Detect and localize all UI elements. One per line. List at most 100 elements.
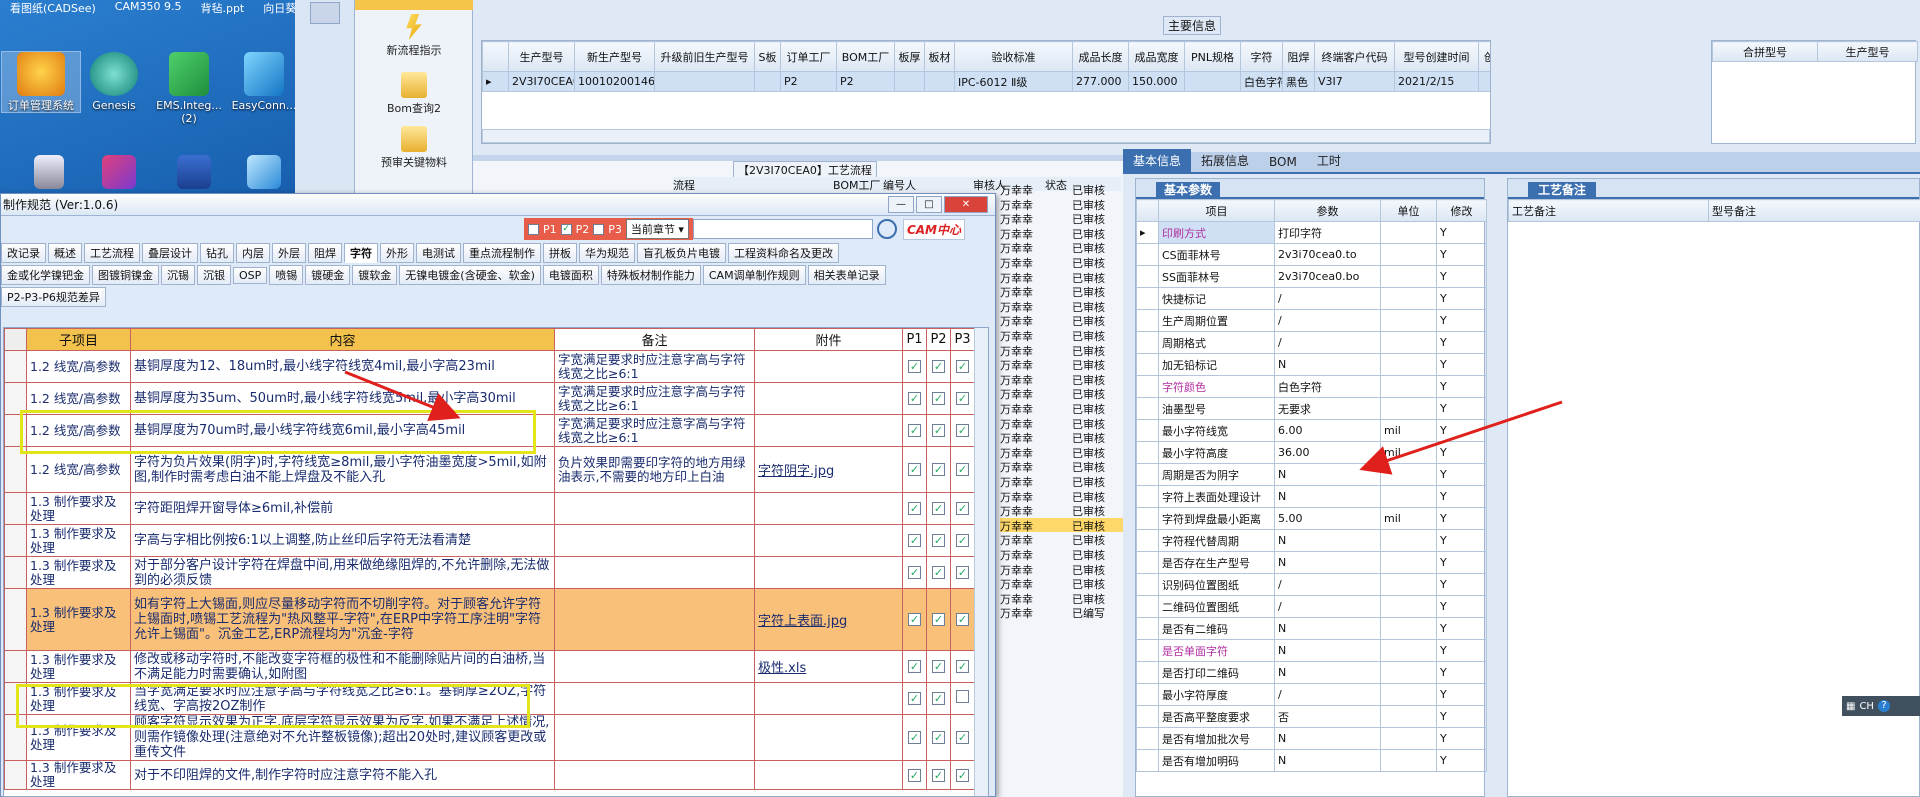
p2-checkbox[interactable]: ✓: [932, 660, 945, 673]
p2-checkbox[interactable]: ✓: [932, 463, 945, 476]
table-row[interactable]: 1.3 制作要求及处理 如有字符上大锡面,则应尽量移动字符而不切削字符。对于顾客允…: [4, 588, 975, 651]
nav-new-process[interactable]: 新流程指示: [355, 14, 473, 58]
process-row[interactable]: 万幸幸 已审核: [1000, 357, 1123, 372]
table-row[interactable]: 加无铅标记 N Y: [1136, 353, 1487, 376]
chapter-tab[interactable]: 华为规范: [579, 243, 635, 263]
process-row[interactable]: 万幸幸 已审核: [1000, 576, 1123, 591]
param-value[interactable]: 36.00: [1274, 441, 1381, 464]
process-row[interactable]: 万幸幸 已审核: [1000, 284, 1123, 299]
col-header[interactable]: 板厚: [894, 41, 925, 72]
attachment-link[interactable]: [754, 350, 903, 383]
col-header[interactable]: 阻焊: [1282, 41, 1315, 72]
p3-checkbox[interactable]: ✓: [956, 566, 969, 579]
x-app-icon[interactable]: [80, 155, 158, 192]
col-header[interactable]: S板: [754, 41, 781, 72]
desktop-label[interactable]: 看图纸(CADSee): [0, 0, 105, 15]
p2-checkbox[interactable]: ✓: [932, 692, 945, 705]
table-row[interactable]: 是否存在生产型号 N Y: [1136, 551, 1487, 574]
col-header[interactable]: 单位: [1380, 199, 1437, 222]
col-header[interactable]: 项目: [1158, 199, 1275, 222]
p1-checkbox[interactable]: ✓: [908, 392, 921, 405]
p3-checkbox[interactable]: [593, 223, 605, 235]
process-row[interactable]: 万幸幸 已审核: [1000, 313, 1123, 328]
param-value[interactable]: N: [1274, 485, 1381, 508]
chapter-tab[interactable]: 镀软金: [352, 265, 398, 285]
param-value[interactable]: N: [1274, 749, 1381, 772]
table-row[interactable]: 字符到焊盘最小距离 5.00 mil Y: [1136, 507, 1487, 530]
chapter-tab[interactable]: 图镀铜镍金: [92, 265, 159, 285]
process-row[interactable]: 万幸幸 已审核: [1000, 430, 1123, 445]
p2-checkbox[interactable]: ✓: [932, 424, 945, 437]
p2-checkbox[interactable]: ✓: [932, 613, 945, 626]
param-value[interactable]: 无要求: [1274, 397, 1381, 420]
process-row[interactable]: 万幸幸 已审核: [1000, 328, 1123, 343]
table-row[interactable]: 最小字符厚度 / Y: [1136, 683, 1487, 706]
nav-key-material[interactable]: 预审关键物料: [355, 126, 473, 170]
attachment-link[interactable]: [754, 414, 903, 447]
p2-checkbox[interactable]: ✓: [932, 768, 945, 782]
table-row[interactable]: 是否有增加批次号 N Y: [1136, 727, 1487, 750]
table-row[interactable]: 识别码位置图纸 / Y: [1136, 573, 1487, 596]
table-row[interactable]: 最小字符线宽 6.00 mil Y: [1136, 419, 1487, 442]
chapter-tab[interactable]: 内层: [236, 243, 270, 263]
table-row[interactable]: SS面菲林号 2v3i70cea0.bo Y: [1136, 265, 1487, 288]
p1-checkbox[interactable]: ✓: [908, 768, 921, 782]
order-system-icon[interactable]: 订单管理系统: [1, 51, 81, 113]
chapter-tab[interactable]: 改记录: [1, 243, 46, 263]
process-row[interactable]: 万幸幸 已审核: [1000, 547, 1123, 562]
table-row[interactable]: 是否有增加明码 N Y: [1136, 749, 1487, 772]
p1-checkbox[interactable]: ✓: [908, 534, 921, 547]
process-row[interactable]: 万幸幸 已审核: [1000, 489, 1123, 504]
chapter-tab[interactable]: 喷锡: [269, 265, 304, 285]
process-row[interactable]: 万幸幸 已审核: [1000, 299, 1123, 314]
chapter-tab[interactable]: 阻焊: [308, 243, 342, 263]
process-row[interactable]: 万幸幸 已审核: [1000, 562, 1123, 577]
p3-checkbox[interactable]: ✓: [956, 502, 969, 515]
param-value[interactable]: 2v3i70cea0.bo: [1274, 265, 1381, 288]
param-value[interactable]: N: [1274, 617, 1381, 640]
table-row[interactable]: 是否有二维码 N Y: [1136, 617, 1487, 640]
chapter-tab[interactable]: 相关表单记录: [807, 265, 886, 285]
table-row[interactable]: 周期格式 / Y: [1136, 331, 1487, 354]
p3-checkbox[interactable]: ✓: [956, 360, 969, 373]
table-row[interactable]: CS面菲林号 2v3i70cea0.to Y: [1136, 243, 1487, 266]
chapter-tab[interactable]: 概述: [48, 243, 82, 263]
p3-checkbox[interactable]: ✓: [956, 424, 969, 437]
toolbar-icon[interactable]: [309, 2, 340, 24]
table-row[interactable]: 1.3 制作要求及处理 修改或移动字符时,不能改变字符框的极性和不能删除贴片间的白…: [4, 650, 975, 683]
chapter-tab[interactable]: CAM调单制作规则: [702, 265, 806, 285]
p3-checkbox[interactable]: ✓: [956, 613, 969, 626]
p3-checkbox[interactable]: [956, 690, 969, 703]
chapter-tab[interactable]: 工艺流程: [84, 243, 140, 263]
chapter-tab[interactable]: OSP: [233, 266, 268, 284]
col-header[interactable]: 合拼型号: [1712, 41, 1818, 62]
paper-plane-icon[interactable]: [225, 155, 303, 192]
p2-checkbox[interactable]: ✓: [932, 534, 945, 547]
p2-checkbox[interactable]: ✓: [932, 392, 945, 405]
col-header[interactable]: 子项目: [26, 328, 131, 351]
col-header[interactable]: 板材: [924, 41, 955, 72]
nav-active-tab[interactable]: [355, 0, 473, 10]
tab-work-hours[interactable]: 工时: [1307, 149, 1351, 172]
process-row[interactable]: 万幸幸 已审核: [1000, 182, 1123, 197]
chapter-tab[interactable]: 电测试: [416, 243, 461, 263]
process-row[interactable]: 万幸幸 已审核: [1000, 474, 1123, 489]
col-header[interactable]: P3: [950, 328, 975, 351]
p1-checkbox[interactable]: ✓: [908, 502, 921, 515]
attachment-link[interactable]: [754, 382, 903, 415]
col-header[interactable]: P2: [926, 328, 951, 351]
col-header[interactable]: BOM工厂: [833, 177, 883, 192]
col-header[interactable]: BOM工厂: [836, 41, 895, 72]
process-row[interactable]: 万幸幸 已审核: [1000, 532, 1123, 547]
spec-search-input[interactable]: [692, 219, 873, 239]
p1-checkbox[interactable]: ✓: [908, 731, 921, 744]
p1-checkbox[interactable]: ✓: [908, 424, 921, 437]
chapter-tab[interactable]: 特殊板材制作能力: [600, 265, 701, 285]
col-header[interactable]: 升级前旧生产型号: [654, 41, 755, 72]
col-header[interactable]: 成品宽度: [1128, 41, 1185, 72]
p2-checkbox[interactable]: ✓: [560, 223, 572, 235]
p3-checkbox[interactable]: ✓: [956, 392, 969, 405]
search-icon[interactable]: [876, 219, 897, 239]
chapter-tab[interactable]: 镀硬金: [305, 265, 351, 285]
chapter-tab[interactable]: 沉锡: [161, 265, 195, 285]
